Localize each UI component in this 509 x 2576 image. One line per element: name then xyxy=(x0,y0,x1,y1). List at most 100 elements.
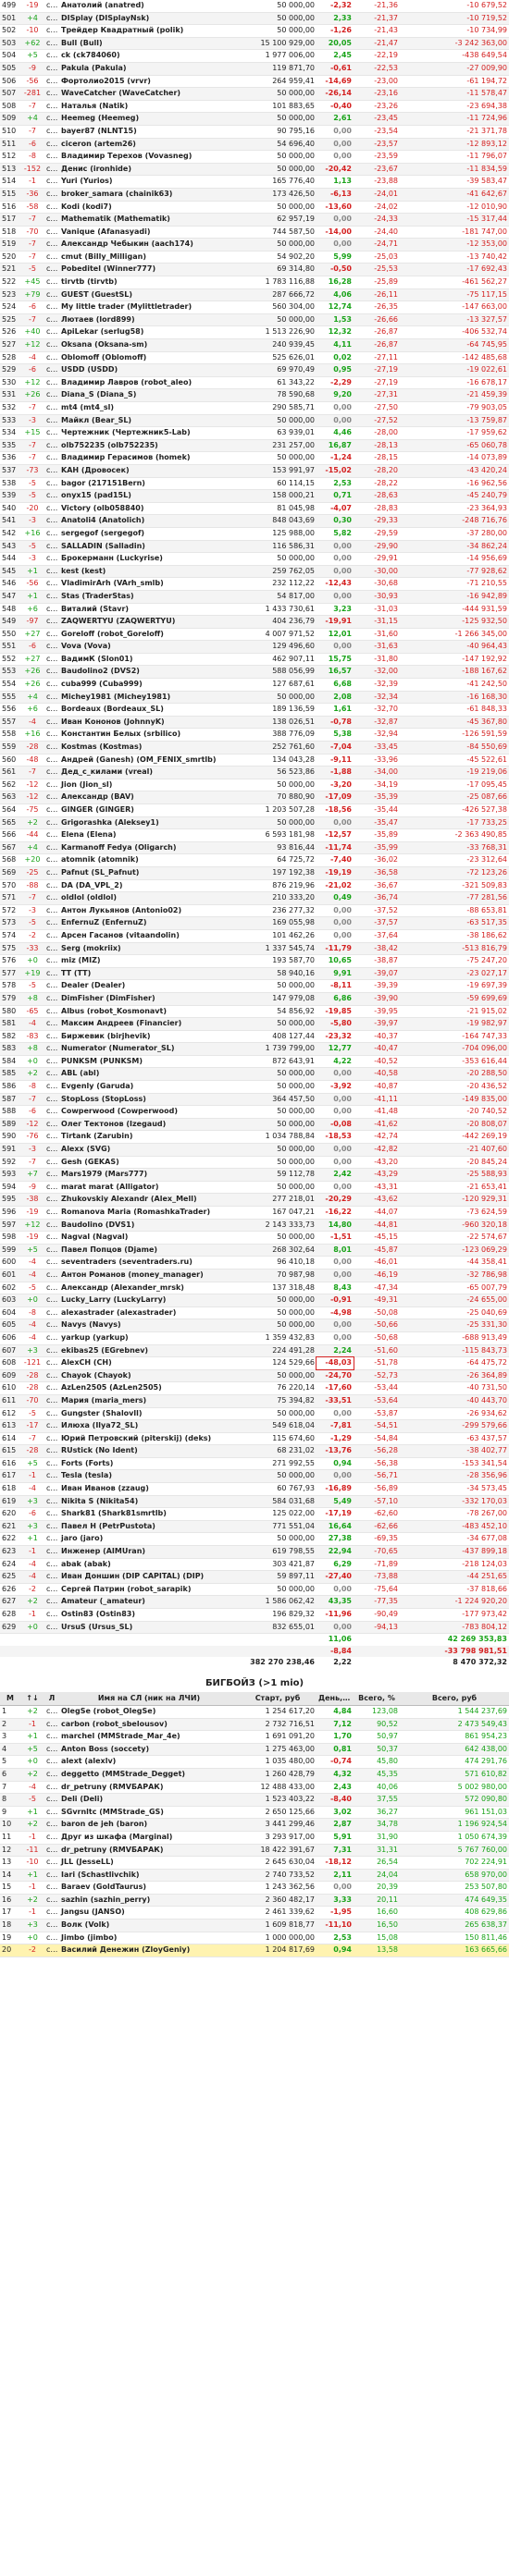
table-row[interactable]: 503 +62 ср. Bull (Bull) 15 100 929,00 20,05 -2… xyxy=(0,37,509,51)
trader-name-cell[interactable]: Diana_S (Diana_S) xyxy=(59,388,239,402)
table-row[interactable]: 577 +19 ср. TT (TT) 58 940,16 9,91 -39,07 -23 0… xyxy=(0,967,509,981)
trader-name-cell[interactable]: Baraev (GoldTaurus) xyxy=(59,1881,239,1895)
table-row[interactable]: 515 -36 ср. broker_samara (chainik63) 173 42… xyxy=(0,188,509,202)
trader-name-cell[interactable]: DISplay (DISplayNsk) xyxy=(59,12,239,26)
table-row[interactable]: 562 -12 ср. Jion (Jion_sl) 50 000,00 -3,20 -34… xyxy=(0,779,509,792)
trader-name-cell[interactable]: Goreloff (robot_Goreloff) xyxy=(59,628,239,642)
trader-name-cell[interactable]: EnfernuZ (EnfernuZ) xyxy=(59,916,239,930)
table-row[interactable]: 619 +3 ср. Nikita S (Nikita54) 584 031,68 5,4… xyxy=(0,1495,509,1509)
trader-name-cell[interactable]: Лютаев (lord899) xyxy=(59,313,239,327)
table-row[interactable]: 595 -38 ср. Zhukovskiy Alexandr (Alex_Mell)… xyxy=(0,1193,509,1207)
trader-name-cell[interactable]: Иван Иванов (zzaug) xyxy=(59,1482,239,1496)
trader-name-cell[interactable]: Иван Кононов (JohnnyK) xyxy=(59,716,239,730)
table-row[interactable]: 575 -33 ср. Serg (mokriix) 1 337 545,74 -11,7… xyxy=(0,942,509,956)
trader-name-cell[interactable]: Michey1981 (Michey1981) xyxy=(59,691,239,705)
trader-name-cell[interactable]: Vanique (Afanasyadi) xyxy=(59,226,239,239)
trader-name-cell[interactable]: ekibas25 (EGrebnev) xyxy=(59,1344,239,1358)
table-row[interactable]: 584 +0 ср. PUNKSM (PUNKSM) 872 643,91 4,22 -40… xyxy=(0,1055,509,1069)
trader-name-cell[interactable]: DA (DA_VPL_2) xyxy=(59,879,239,893)
table-row[interactable]: 520 -7 ср. cmut (Billy_Milligan) 54 902,20 5,… xyxy=(0,251,509,264)
trader-name-cell[interactable]: Bull (Bull) xyxy=(59,37,239,51)
table-row[interactable]: 626 -2 ср. Сергей Патрин (robot_sarapik) 50 … xyxy=(0,1583,509,1597)
trader-name-cell[interactable]: marchel (MMStrade_Mar_4e) xyxy=(59,1730,239,1744)
table-row[interactable]: 574 -2 ср. Арсен Гасанов (vitaandolin) 101 4… xyxy=(0,929,509,943)
trader-name-cell[interactable]: Bordeaux (Bordeaux_SL) xyxy=(59,703,239,717)
trader-name-cell[interactable]: Mars1979 (Mars777) xyxy=(59,1168,239,1182)
table-row[interactable]: 536 -7 ср. Владимир Герасимов (homek) 50 000… xyxy=(0,451,509,465)
table-row[interactable]: 615 -28 ср. RUstick (No Ident) 68 231,02 -13,… xyxy=(0,1444,509,1458)
table-row[interactable]: 5 +0 ср. alext (alexlv) 1 035 480,00 -0,74 45,… xyxy=(0,1755,509,1769)
table-row[interactable]: 542 +16 ср. sergegof (sergegof) 125 988,00 5,… xyxy=(0,527,509,541)
table-row[interactable]: 504 +5 ср. ck (ck784060) 1 977 006,00 2,45 -22… xyxy=(0,49,509,63)
trader-name-cell[interactable]: abak (abak) xyxy=(59,1558,239,1572)
trader-name-cell[interactable]: My little trader (Mylittletrader) xyxy=(59,301,239,314)
trader-name-cell[interactable]: VladimirArh (VArh_smlb) xyxy=(59,577,239,591)
trader-name-cell[interactable]: PUNKSM (PUNKSM) xyxy=(59,1055,239,1069)
trader-name-cell[interactable]: Gesh (GEKAS) xyxy=(59,1156,239,1170)
table-row[interactable]: 541 -3 ср. Anatoli4 (Anatolich) 848 043,69 0,… xyxy=(0,514,509,528)
trader-name-cell[interactable]: Трейдер Квадратный (polik) xyxy=(59,24,239,38)
trader-name-cell[interactable]: ВадимК (Slon01) xyxy=(59,653,239,667)
trader-name-cell[interactable]: miz (MIZ) xyxy=(59,954,239,968)
trader-name-cell[interactable]: kest (kest) xyxy=(59,565,239,579)
trader-name-cell[interactable]: Владимир Терехов (Vovasneg) xyxy=(59,150,239,164)
trader-name-cell[interactable]: Ostin83 (Ostin83) xyxy=(59,1608,239,1622)
table-row[interactable]: 11 -1 ср. Друг из шкафа (Marginal) 3 293 917… xyxy=(0,1831,509,1845)
table-row[interactable]: 531 +26 ср. Diana_S (Diana_S) 78 590,68 9,20-… xyxy=(0,388,509,402)
table-row[interactable]: 550 +27 ср. Goreloff (robot_Goreloff) 4 007 … xyxy=(0,628,509,642)
table-row[interactable]: 614 -7 ср. Юрий Петровский (piterskij) (dek… xyxy=(0,1432,509,1446)
trader-name-cell[interactable]: ciceron (artem26) xyxy=(59,138,239,152)
table-row[interactable]: 523 +79 ср. GUEST (GuestSL) 287 666,72 4,06 -2… xyxy=(0,288,509,302)
table-row[interactable]: 564 -75 ср. GINGER (GINGER) 1 203 507,28 -18,… xyxy=(0,803,509,817)
table-row[interactable]: 521 -5 ср. Pobeditel (Winner777) 69 314,80 -0… xyxy=(0,263,509,277)
table-row[interactable]: 570 -88 ср. DA (DA_VPL_2) 876 219,96 -21,02 -3… xyxy=(0,879,509,893)
trader-name-cell[interactable]: Tirtank (Zarubin) xyxy=(59,1130,239,1145)
trader-name-cell[interactable]: AlexCH (CH) xyxy=(59,1356,239,1370)
trader-name-cell[interactable]: Anton Boss (soccety) xyxy=(59,1743,239,1757)
table-row[interactable]: 628 -1 ср. Ostin83 (Ostin83) 196 829,32 -11,9… xyxy=(0,1608,509,1622)
col-header-start[interactable]: Старт, руб xyxy=(239,1691,317,1706)
trader-name-cell[interactable]: Zhukovskiy Alexandr (Alex_Mell) xyxy=(59,1193,239,1207)
table-row[interactable]: 551 -6 ср. Vova (Vova) 129 496,60 0,00 -31,63-… xyxy=(0,640,509,654)
trader-name-cell[interactable]: Pafnut (SL_Pafnut) xyxy=(59,866,239,880)
trader-name-cell[interactable]: alexastrader (alexastrader) xyxy=(59,1306,239,1320)
trader-name-cell[interactable]: Kostmas (Kostmas) xyxy=(59,741,239,754)
trader-name-cell[interactable]: Фортолио2015 (vrvr) xyxy=(59,75,239,89)
trader-name-cell[interactable]: Jimbo (jimbo) xyxy=(59,1932,239,1945)
table-row[interactable]: 601 -4 ср. Антон Романов (money_manager) 70 … xyxy=(0,1269,509,1282)
trader-name-cell[interactable]: Forts (Forts) xyxy=(59,1457,239,1471)
table-row[interactable]: 587 -7 ср. StopLoss (StopLoss) 364 457,50 0,0… xyxy=(0,1093,509,1107)
table-row[interactable]: 617 -1 ср. Tesla (tesla) 50 000,00 0,00 -56,71… xyxy=(0,1469,509,1484)
trader-name-cell[interactable]: Mathematik (Mathematik) xyxy=(59,213,239,227)
table-row[interactable]: 585 +2 ср. ABL (abl) 50 000,00 0,00 -40,58 -20 … xyxy=(0,1067,509,1082)
table-row[interactable]: 561 -7 ср. Дед_с_килами (vreal) 56 523,86 -1,… xyxy=(0,766,509,779)
trader-name-cell[interactable]: bagor (217151Bern) xyxy=(59,477,239,491)
trader-name-cell[interactable]: alext (alexlv) xyxy=(59,1755,239,1769)
table-row[interactable]: 557 -4 ср. Иван Кононов (JohnnyK) 138 026,51… xyxy=(0,716,509,730)
table-row[interactable]: 560 -48 ср. Андрей (Ganesh) (OM_FENIX_smrtl… xyxy=(0,754,509,767)
table-row[interactable]: 525 -7 ср. Лютаев (lord899) 50 000,00 1,53 -26… xyxy=(0,313,509,327)
trader-name-cell[interactable]: Albus (robot_Kosmonavt) xyxy=(59,1005,239,1019)
trader-name-cell[interactable]: Grigorashka (Aleksey1) xyxy=(59,816,239,830)
table-row[interactable]: 613 -17 ср. Илюха (Ilya72_SL) 549 618,04 -7,8… xyxy=(0,1419,509,1433)
trader-name-cell[interactable]: carbon (robot_sbelousov) xyxy=(59,1718,239,1732)
col-header-total-pct[interactable]: Всего, % xyxy=(354,1691,400,1706)
trader-name-cell[interactable]: Pobeditel (Winner777) xyxy=(59,263,239,277)
trader-name-cell[interactable]: Александр (Alexander_mrsk) xyxy=(59,1282,239,1295)
table-row[interactable]: 538 -5 ср. bagor (217151Bern) 60 114,15 2,53-… xyxy=(0,477,509,491)
table-row[interactable]: 508 -7 ср. Наталья (Natik) 101 883,65 -0,40 -2… xyxy=(0,100,509,114)
table-row[interactable]: 529 -6 ср. USDD (USDD) 69 970,49 0,95 -27,19 -1… xyxy=(0,363,509,377)
trader-name-cell[interactable]: Олег Тектонов (Izegaud) xyxy=(59,1118,239,1132)
table-row[interactable]: 548 +6 ср. Виталий (Stavr) 1 433 730,61 3,23-… xyxy=(0,603,509,617)
trader-name-cell[interactable]: Владимир Лавров (robot_aleo) xyxy=(59,376,239,390)
table-row[interactable]: 18 +3 ср. Волк (Volk) 1 609 818,77 -11,10 16,5… xyxy=(0,1919,509,1932)
table-row[interactable]: 566 -44 ср. Elena (Elena) 6 593 181,98 -12,57… xyxy=(0,828,509,842)
table-row[interactable]: 607 +3 ср. ekibas25 (EGrebnev) 224 491,28 2,2… xyxy=(0,1344,509,1358)
table-row[interactable]: 567 +4 ср. Karmanoff Fedya (Oligarch) 93 816… xyxy=(0,841,509,855)
table-row[interactable]: 582 -83 ср. Биржевик (birjhevik) 408 127,44-… xyxy=(0,1030,509,1044)
table-row[interactable]: 510 -7 ср. bayer87 (NLNT15) 90 795,16 0,00 -23… xyxy=(0,125,509,139)
table-row[interactable]: 623 -1 ср. Инженер (AIMUran) 619 798,55 22,94… xyxy=(0,1545,509,1559)
table-row[interactable]: 616 +5 ср. Forts (Forts) 271 992,55 0,94 -56,3… xyxy=(0,1457,509,1471)
trader-name-cell[interactable]: SALLADIN (Salladin) xyxy=(59,540,239,554)
table-row[interactable]: 13 -10 ср. JLL (JesseLL) 2 645 630,04 -18,12 2… xyxy=(0,1856,509,1870)
